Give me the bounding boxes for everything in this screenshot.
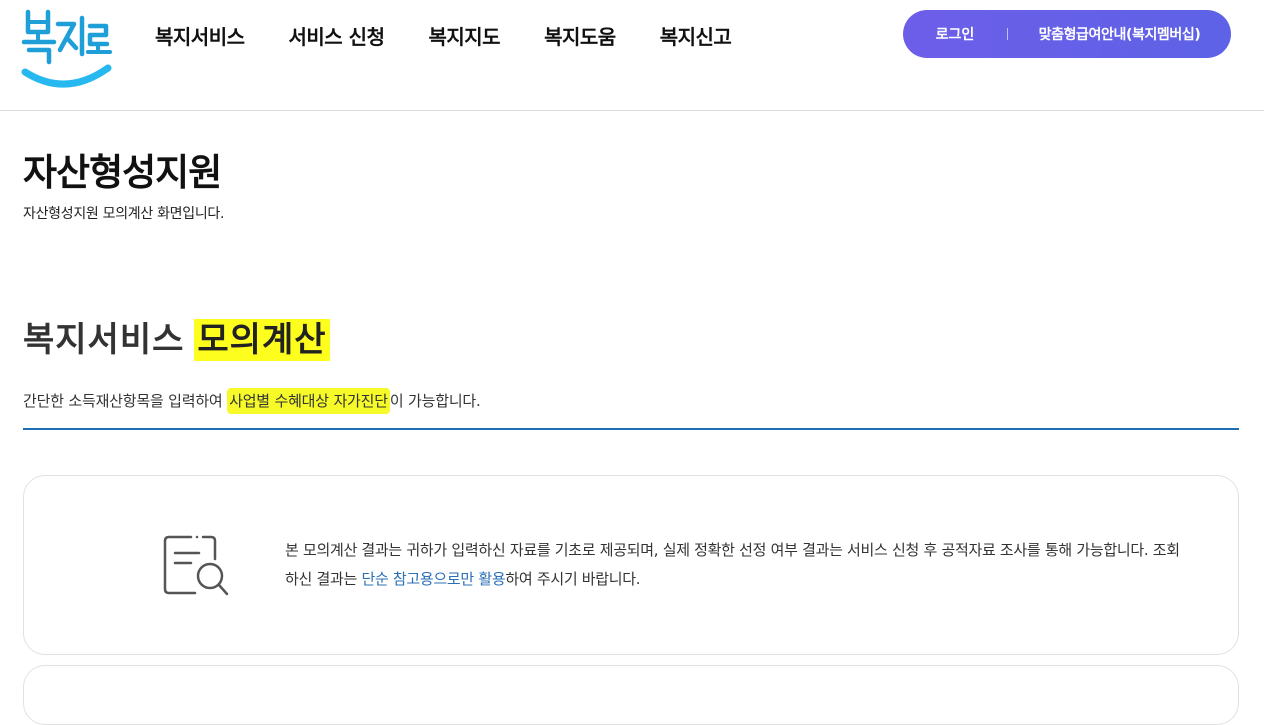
notice-text-after: 하여 주시기 바랍니다.	[505, 570, 641, 588]
site-header: 복지서비스 서비스 신청 복지지도 복지도움 복지신고 로그인 맞춤형급여안내(…	[0, 0, 1264, 111]
notice-text: 본 모의계산 결과는 귀하가 입력하신 자료를 기초로 제공되며, 실제 정확한…	[285, 536, 1185, 594]
subtitle-highlight: 사업별 수혜대상 자가진단	[227, 388, 390, 414]
document-search-icon	[161, 533, 231, 599]
subtitle-text-after: 이 가능합니다.	[389, 392, 481, 410]
section-subtitle: 간단한 소득재산항목을 입력하여 사업별 수혜대상 자가진단 이 가능합니다.	[23, 388, 481, 414]
section-divider	[23, 428, 1239, 430]
subtitle-text-before: 간단한 소득재산항목을 입력하여	[23, 392, 228, 410]
page-title: 자산형성지원	[23, 151, 222, 194]
login-button[interactable]: 로그인	[903, 24, 1007, 44]
notice-emphasis: 단순 참고용으로만 활용	[361, 570, 506, 588]
logo-icon	[21, 9, 112, 88]
membership-button[interactable]: 맞춤형급여안내(복지멤버십)	[1008, 24, 1231, 44]
bokjiro-logo[interactable]	[20, 6, 116, 94]
nav-welfare-help[interactable]: 복지도움	[544, 22, 616, 52]
page-description: 자산형성지원 모의계산 화면입니다.	[23, 206, 225, 222]
nav-welfare-report[interactable]: 복지신고	[660, 22, 732, 52]
main-navigation: 복지서비스 서비스 신청 복지지도 복지도움 복지신고	[155, 22, 775, 52]
nav-service-application[interactable]: 서비스 신청	[289, 22, 385, 52]
section-title-prefix: 복지서비스	[23, 320, 185, 360]
nav-welfare-map[interactable]: 복지지도	[428, 22, 500, 52]
section-title: 복지서비스 모의계산	[23, 312, 330, 361]
user-action-bar: 로그인 맞춤형급여안내(복지멤버십)	[903, 10, 1231, 58]
next-panel	[23, 665, 1239, 725]
section-title-highlight: 모의계산	[194, 319, 330, 361]
notice-box: 본 모의계산 결과는 귀하가 입력하신 자료를 기초로 제공되며, 실제 정확한…	[23, 475, 1239, 655]
nav-welfare-service[interactable]: 복지서비스	[155, 22, 245, 52]
